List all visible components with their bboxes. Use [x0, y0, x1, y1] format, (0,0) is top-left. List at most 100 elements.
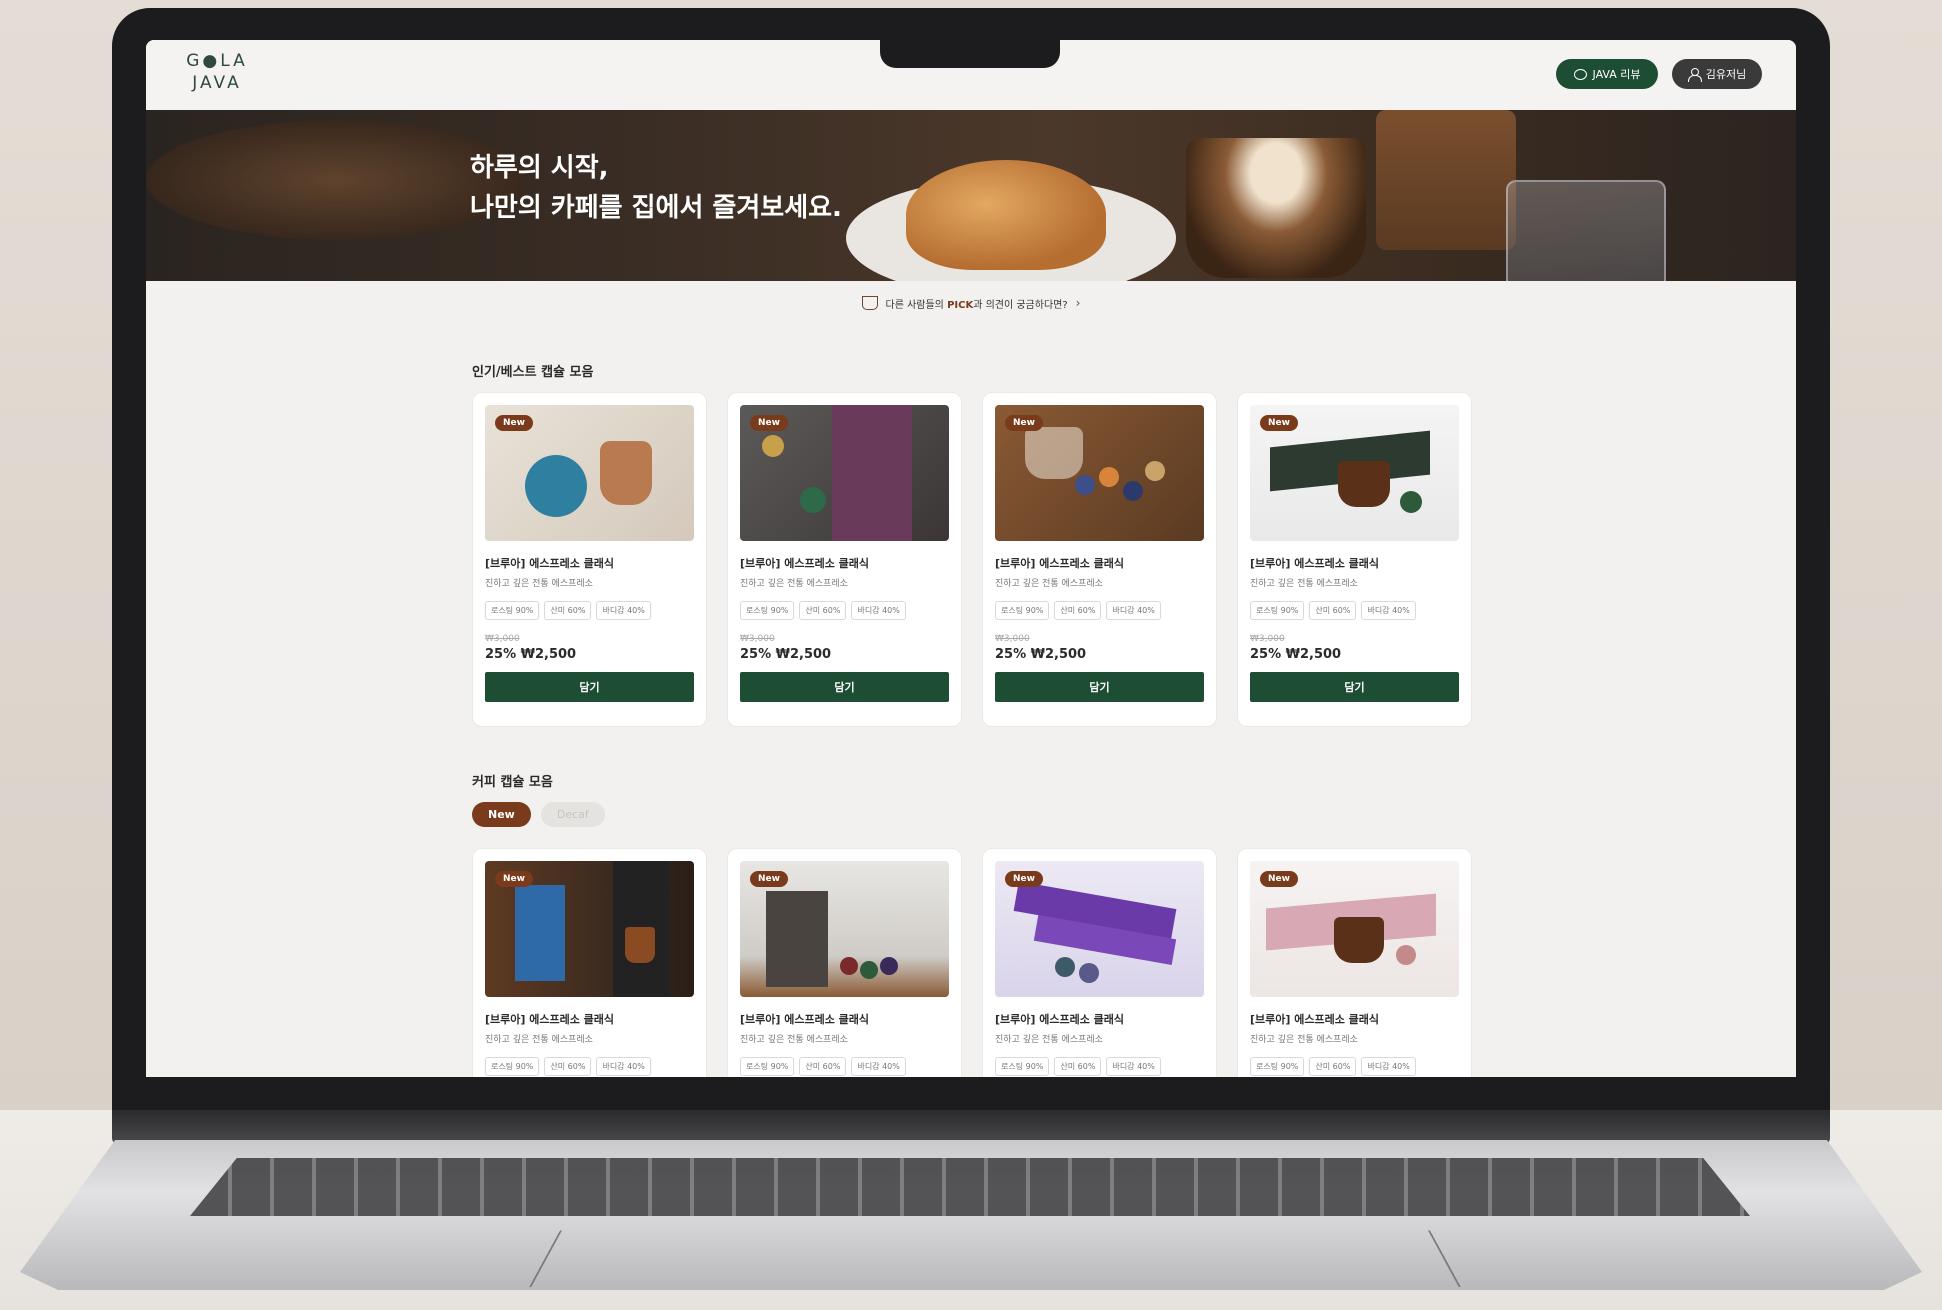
product-name: [브루아] 에스프레소 클래식: [740, 1013, 870, 1026]
tag-body: 바디감 40%: [851, 601, 906, 620]
chevron-right-icon: ›: [1075, 296, 1081, 310]
product-tags: 로스팅 90% 산미 60% 바디감 40%: [485, 601, 694, 620]
original-price: ₩3,000: [1250, 634, 1285, 644]
new-badge: New: [750, 871, 788, 887]
community-notice-link[interactable]: 다른 사람들의 PICK과 의견이 궁금하다면? ›: [146, 281, 1796, 325]
tag-acidity: 산미 60%: [1054, 601, 1102, 620]
notice-prefix: 다른 사람들의: [885, 299, 948, 311]
tag-roasting: 로스팅 90%: [485, 601, 540, 620]
tag-body: 바디감 40%: [596, 601, 651, 620]
add-to-cart-button[interactable]: 담기: [740, 672, 949, 702]
product-image: New: [485, 861, 694, 997]
laptop-keyboard: [190, 1158, 1750, 1216]
product-image: New: [740, 861, 949, 997]
product-description: 진하고 깊은 전통 에스프레소: [485, 1035, 593, 1045]
sale-price: 25% ₩2,500: [1250, 647, 1342, 662]
hero-latte-image: [1186, 138, 1366, 278]
hero-headline: 하루의 시작, 나만의 카페를 집에서 즐겨보세요.: [470, 148, 842, 228]
tag-body: 바디감 40%: [1361, 601, 1416, 620]
product-card[interactable]: New [브루아] 에스프레소 클래식 진하고 깊은 전통 에스프레소 로스팅 …: [982, 392, 1217, 727]
user-menu-button[interactable]: 김유저님: [1672, 59, 1762, 89]
product-card[interactable]: New [브루아] 에스프레소 클래식 진하고 깊은 전통 에스프레소 로스팅 …: [472, 848, 707, 1077]
sale-price: 25% ₩2,500: [740, 647, 832, 662]
product-tags: 로스팅 90% 산미 60% 바디감 40%: [995, 1057, 1204, 1076]
user-icon: [1687, 68, 1702, 82]
tag-roasting: 로스팅 90%: [740, 601, 795, 620]
product-tags: 로스팅 90% 산미 60% 바디감 40%: [995, 601, 1204, 620]
product-image: New: [1250, 405, 1459, 541]
product-image: New: [1250, 861, 1459, 997]
hero-line-1: 하루의 시작,: [470, 153, 609, 183]
best-section-title: 인기/베스트 캡슐 모음: [472, 365, 594, 380]
add-to-cart-button[interactable]: 담기: [995, 672, 1204, 702]
camera-notch: [880, 36, 1060, 68]
tag-roasting: 로스팅 90%: [740, 1057, 795, 1076]
tag-acidity: 산미 60%: [544, 601, 592, 620]
product-card[interactable]: New [브루아] 에스프레소 클래식 진하고 깊은 전통 에스프레소 로스팅 …: [727, 848, 962, 1077]
new-badge: New: [495, 871, 533, 887]
filter-chip-decaf[interactable]: Decaf: [540, 802, 605, 827]
hero-banner: 하루의 시작, 나만의 카페를 집에서 즐겨보세요.: [146, 110, 1796, 281]
coffee-filter-chips: New Decaf: [472, 802, 605, 827]
tag-body: 바디감 40%: [1106, 1057, 1161, 1076]
product-tags: 로스팅 90% 산미 60% 바디감 40%: [740, 1057, 949, 1076]
product-image: New: [995, 405, 1204, 541]
laptop-trackpad: [529, 1230, 1461, 1288]
notice-suffix: 과 의견이 궁금하다면?: [973, 299, 1068, 311]
filter-chip-new[interactable]: New: [472, 802, 531, 827]
product-name: [브루아] 에스프레소 클래식: [485, 1013, 615, 1026]
original-price: ₩3,000: [995, 634, 1030, 644]
chat-icon: [1573, 68, 1587, 80]
product-card[interactable]: New [브루아] 에스프레소 클래식 진하고 깊은 전통 에스프레소 로스팅 …: [472, 392, 707, 727]
tag-roasting: 로스팅 90%: [1250, 601, 1305, 620]
best-product-grid: New [브루아] 에스프레소 클래식 진하고 깊은 전통 에스프레소 로스팅 …: [472, 392, 1472, 727]
product-image: New: [995, 861, 1204, 997]
hero-table-image: [146, 120, 526, 240]
site-logo[interactable]: G●LA JAVA: [182, 50, 252, 94]
tag-roasting: 로스팅 90%: [995, 1057, 1050, 1076]
tag-body: 바디감 40%: [1106, 601, 1161, 620]
tag-acidity: 산미 60%: [1054, 1057, 1102, 1076]
product-description: 진하고 깊은 전통 에스프레소: [740, 1035, 848, 1045]
product-tags: 로스팅 90% 산미 60% 바디감 40%: [740, 601, 949, 620]
product-card[interactable]: New [브루아] 에스프레소 클래식 진하고 깊은 전통 에스프레소 로스팅 …: [982, 848, 1217, 1077]
product-tags: 로스팅 90% 산미 60% 바디감 40%: [485, 1057, 694, 1076]
product-description: 진하고 깊은 전통 에스프레소: [740, 579, 848, 589]
original-price: ₩3,000: [485, 634, 520, 644]
logo-line-1: G●LA: [186, 51, 248, 71]
add-to-cart-button[interactable]: 담기: [485, 672, 694, 702]
product-name: [브루아] 에스프레소 클래식: [1250, 1013, 1380, 1026]
tag-acidity: 산미 60%: [799, 1057, 847, 1076]
sale-price: 25% ₩2,500: [485, 647, 577, 662]
product-description: 진하고 깊은 전통 에스프레소: [1250, 1035, 1358, 1045]
tag-roasting: 로스팅 90%: [485, 1057, 540, 1076]
new-badge: New: [495, 415, 533, 431]
product-description: 진하고 깊은 전통 에스프레소: [995, 1035, 1103, 1045]
product-image: New: [740, 405, 949, 541]
product-card[interactable]: New [브루아] 에스프레소 클래식 진하고 깊은 전통 에스프레소 로스팅 …: [1237, 392, 1472, 727]
product-tags: 로스팅 90% 산미 60% 바디감 40%: [1250, 1057, 1459, 1076]
product-image: New: [485, 405, 694, 541]
product-tags: 로스팅 90% 산미 60% 바디감 40%: [1250, 601, 1459, 620]
notice-highlight: PICK: [947, 299, 974, 311]
laptop-screen: G●LA JAVA JAVA 리뷰 김유저님 하루의 시작, 나만의 카페를 집…: [146, 40, 1796, 1077]
hero-line-2: 나만의 카페를 집에서 즐겨보세요.: [470, 193, 842, 223]
product-description: 진하고 깊은 전통 에스프레소: [485, 579, 593, 589]
product-card[interactable]: New [브루아] 에스프레소 클래식 진하고 깊은 전통 에스프레소 로스팅 …: [1237, 848, 1472, 1077]
tag-body: 바디감 40%: [596, 1057, 651, 1076]
tag-body: 바디감 40%: [851, 1057, 906, 1076]
coffee-cup-icon: [861, 296, 878, 310]
add-to-cart-button[interactable]: 담기: [1250, 672, 1459, 702]
java-review-button[interactable]: JAVA 리뷰: [1556, 59, 1658, 89]
tag-acidity: 산미 60%: [1309, 1057, 1357, 1076]
coffee-section-title: 커피 캡슐 모음: [472, 775, 553, 790]
new-badge: New: [750, 415, 788, 431]
coffee-product-grid: New [브루아] 에스프레소 클래식 진하고 깊은 전통 에스프레소 로스팅 …: [472, 848, 1472, 1077]
tag-roasting: 로스팅 90%: [1250, 1057, 1305, 1076]
new-badge: New: [1005, 415, 1043, 431]
tag-acidity: 산미 60%: [1309, 601, 1357, 620]
product-description: 진하고 깊은 전통 에스프레소: [995, 579, 1103, 589]
tag-acidity: 산미 60%: [799, 601, 847, 620]
product-card[interactable]: New [브루아] 에스프레소 클래식 진하고 깊은 전통 에스프레소 로스팅 …: [727, 392, 962, 727]
java-review-label: JAVA 리뷰: [1592, 68, 1641, 81]
